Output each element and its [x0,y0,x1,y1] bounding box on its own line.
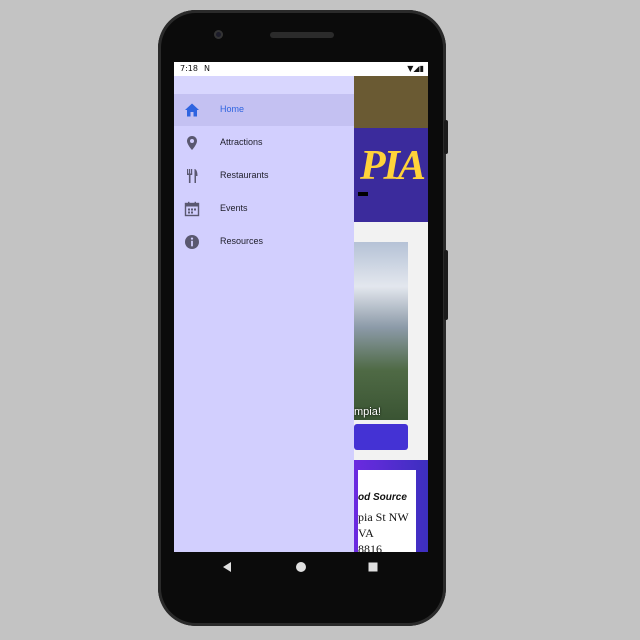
info-card-body: od Source pia St NW VA 8816 [358,470,416,552]
drawer-item-label: Events [220,203,248,213]
banner-sub-mark [358,192,368,196]
info-card: od Source pia St NW VA 8816 [354,460,428,552]
hero-photo: mpia! [354,242,408,420]
banner-title: PIA [360,143,426,189]
power-button [444,120,448,154]
notification-icons: N [204,64,212,73]
navigation-drawer: Home Attractions Restaurants Events Reso… [174,76,354,552]
drawer-item-label: Restaurants [220,170,269,180]
drawer-item-label: Resources [220,236,264,246]
app-toolbar [354,76,428,128]
card-line-1: od Source [358,492,407,503]
drawer-item-resources[interactable]: Resources [174,226,354,258]
drawer-item-events[interactable]: Events [174,193,354,225]
photo-caption: mpia! [354,406,381,418]
back-icon[interactable] [220,560,234,574]
status-bar: 7:18 N ▼◢▮ [174,62,428,76]
card-line-2: pia St NW [358,510,409,524]
cta-button[interactable] [354,424,408,450]
card-line-4: 8816 [358,542,382,552]
card-line-3: VA [358,526,374,540]
location-pin-icon [187,136,197,150]
drawer-item-attractions[interactable]: Attractions [174,127,354,159]
volume-button [444,250,448,320]
drawer-item-restaurants[interactable]: Restaurants [174,160,354,192]
home-icon [185,103,199,117]
recents-icon[interactable] [366,560,380,574]
drawer-item-label: Home [220,104,245,114]
info-icon [185,235,199,249]
system-nav-bar [174,552,428,582]
screen: 7:18 N ▼◢▮ PIA mpia! od Source pia St NW… [174,62,428,552]
drawer-item-label: Attractions [220,137,263,147]
earpiece-speaker [270,32,334,38]
drawer-item-home[interactable]: Home [174,94,354,126]
calendar-icon [184,201,200,217]
drawer-header [174,76,354,94]
status-time: 7:18 [180,64,198,73]
fork-knife-icon [187,169,198,183]
front-camera [214,30,223,39]
home-circle-icon[interactable] [294,560,308,574]
app-banner: PIA [354,128,428,222]
signal-battery-icons: ▼◢▮ [407,64,424,73]
